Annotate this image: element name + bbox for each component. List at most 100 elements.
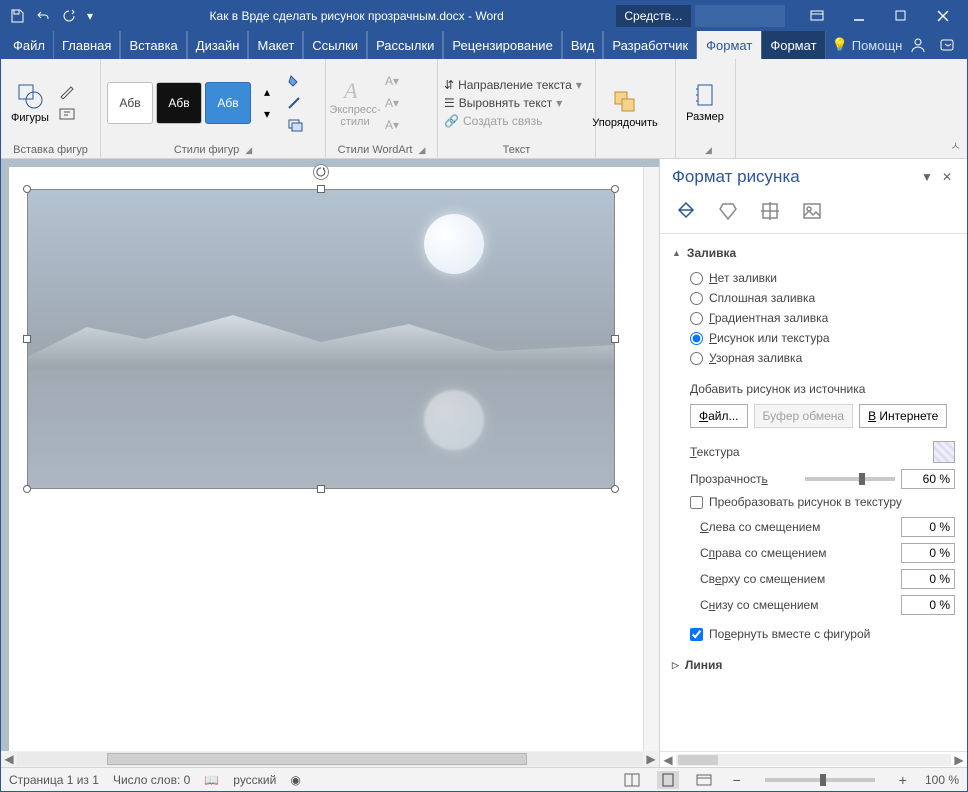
style-swatch-1[interactable]: Абв bbox=[107, 82, 153, 124]
rotate-checkbox[interactable] bbox=[690, 628, 703, 641]
tab-developer[interactable]: Разработчик bbox=[603, 31, 697, 59]
tab-file[interactable]: Файл bbox=[5, 31, 53, 59]
scroll-left-icon[interactable]: ◀ bbox=[1, 751, 17, 767]
radio-no-fill[interactable]: Нет заливки bbox=[690, 268, 955, 288]
style-swatch-3[interactable]: Абв bbox=[205, 82, 251, 124]
tab-insert[interactable]: Вставка bbox=[120, 31, 186, 59]
resize-handle-s[interactable] bbox=[317, 485, 325, 493]
undo-icon[interactable] bbox=[31, 4, 55, 28]
styles-more-icon[interactable]: ▴ bbox=[256, 82, 278, 102]
edit-shape-icon[interactable] bbox=[56, 82, 78, 102]
zoom-out-button[interactable]: − bbox=[729, 772, 745, 788]
styles-more-down-icon[interactable]: ▾ bbox=[256, 104, 278, 124]
tab-format-picture[interactable]: Формат bbox=[761, 31, 825, 59]
tab-review[interactable]: Рецензирование bbox=[443, 31, 561, 59]
resize-handle-w[interactable] bbox=[23, 335, 31, 343]
tab-view[interactable]: Вид bbox=[562, 31, 604, 59]
save-icon[interactable] bbox=[5, 4, 29, 28]
zoom-slider[interactable] bbox=[765, 778, 875, 782]
shapes-button[interactable]: Фигуры bbox=[7, 68, 53, 138]
pane-scroll-right-icon[interactable]: ▶ bbox=[951, 753, 967, 767]
size-button[interactable]: Размер bbox=[682, 68, 728, 138]
tab-format-shape[interactable]: Формат bbox=[697, 31, 761, 59]
tab-mailings[interactable]: Рассылки bbox=[367, 31, 443, 59]
shape-styles-launcher-icon[interactable]: ◢ bbox=[245, 145, 252, 156]
text-fill-icon[interactable]: A▾ bbox=[381, 71, 403, 91]
pane-scrollbar[interactable]: ◀ ▶ bbox=[660, 751, 967, 767]
redo-icon[interactable] bbox=[57, 4, 81, 28]
resize-handle-sw[interactable] bbox=[23, 485, 31, 493]
rotate-checkbox-row[interactable]: Повернуть вместе с фигурой bbox=[672, 624, 955, 644]
selected-image[interactable] bbox=[27, 189, 615, 489]
tile-checkbox-row[interactable]: Преобразовать рисунок в текстуру bbox=[672, 492, 955, 512]
pane-tab-picture-icon[interactable] bbox=[798, 197, 826, 225]
language-status[interactable]: русский bbox=[233, 773, 276, 787]
pane-close-icon[interactable]: ✕ bbox=[937, 170, 957, 184]
wordart-launcher-icon[interactable]: ◢ bbox=[418, 145, 425, 156]
maximize-icon[interactable] bbox=[881, 1, 921, 31]
page-status[interactable]: Страница 1 из 1 bbox=[9, 773, 99, 787]
account-icon[interactable] bbox=[902, 31, 932, 59]
zoom-level[interactable]: 100 % bbox=[925, 773, 959, 787]
pane-tab-layout-icon[interactable] bbox=[756, 197, 784, 225]
macro-record-icon[interactable]: ◉ bbox=[290, 773, 300, 787]
scroll-right-icon[interactable]: ▶ bbox=[643, 751, 659, 767]
radio-gradient-fill[interactable]: Градиентная заливка bbox=[690, 308, 955, 328]
resize-handle-nw[interactable] bbox=[23, 185, 31, 193]
proofing-icon[interactable]: 📖 bbox=[204, 773, 219, 787]
resize-handle-ne[interactable] bbox=[611, 185, 619, 193]
tab-layout[interactable]: Макет bbox=[248, 31, 303, 59]
radio-picture-fill[interactable]: Рисунок или текстура bbox=[690, 328, 955, 348]
tell-me[interactable]: 💡 Помощн bbox=[832, 31, 903, 59]
size-launcher-icon[interactable]: ◢ bbox=[705, 145, 712, 156]
ribbon-options-icon[interactable] bbox=[797, 1, 837, 31]
shape-outline-icon[interactable] bbox=[285, 93, 307, 113]
offset-right-value[interactable] bbox=[901, 543, 955, 563]
file-button[interactable]: Файл... bbox=[690, 404, 748, 428]
collapse-ribbon-icon[interactable]: ㅅ bbox=[950, 137, 961, 154]
minimize-icon[interactable] bbox=[839, 1, 879, 31]
text-outline-icon[interactable]: A▾ bbox=[381, 93, 403, 113]
offset-bottom-value[interactable] bbox=[901, 595, 955, 615]
scroll-thumb[interactable] bbox=[107, 753, 527, 765]
word-count[interactable]: Число слов: 0 bbox=[113, 773, 190, 787]
pane-scroll-left-icon[interactable]: ◀ bbox=[660, 753, 676, 767]
read-mode-icon[interactable] bbox=[621, 771, 643, 789]
pane-tab-effects-icon[interactable] bbox=[714, 197, 742, 225]
text-direction-button[interactable]: ⇵Направление текста▾ bbox=[444, 78, 582, 92]
resize-handle-se[interactable] bbox=[611, 485, 619, 493]
pane-scroll-thumb[interactable] bbox=[678, 755, 718, 765]
web-layout-icon[interactable] bbox=[693, 771, 715, 789]
resize-handle-n[interactable] bbox=[317, 185, 325, 193]
resize-handle-e[interactable] bbox=[611, 335, 619, 343]
offset-left-value[interactable] bbox=[901, 517, 955, 537]
texture-picker-button[interactable] bbox=[933, 441, 955, 463]
style-swatch-2[interactable]: Абв bbox=[156, 82, 202, 124]
document-area[interactable]: ◀ ▶ bbox=[1, 159, 659, 767]
tile-checkbox[interactable] bbox=[690, 496, 703, 509]
text-effects-icon[interactable]: A▾ bbox=[381, 115, 403, 135]
print-layout-icon[interactable] bbox=[657, 771, 679, 789]
fill-section-header[interactable]: ▲Заливка bbox=[672, 242, 955, 264]
line-section-header[interactable]: ▷Линия bbox=[672, 654, 955, 676]
arrange-button[interactable]: Упорядочить bbox=[602, 74, 648, 144]
close-icon[interactable] bbox=[923, 1, 963, 31]
shape-effects-icon[interactable] bbox=[285, 115, 307, 135]
radio-pattern-fill[interactable]: Узорная заливка bbox=[690, 348, 955, 368]
share-icon[interactable] bbox=[933, 31, 963, 59]
tab-references[interactable]: Ссылки bbox=[303, 31, 367, 59]
rotate-handle[interactable] bbox=[313, 164, 329, 180]
tab-home[interactable]: Главная bbox=[53, 31, 120, 59]
shape-fill-icon[interactable] bbox=[285, 71, 307, 91]
pane-tab-fill-icon[interactable] bbox=[672, 197, 700, 225]
zoom-in-button[interactable]: + bbox=[895, 772, 911, 788]
vertical-scrollbar[interactable] bbox=[643, 167, 659, 751]
transparency-value[interactable] bbox=[901, 469, 955, 489]
online-button[interactable]: В Интернете bbox=[859, 404, 947, 428]
express-styles-button[interactable]: A Экспресс-стили bbox=[332, 68, 378, 138]
radio-solid-fill[interactable]: Сплошная заливка bbox=[690, 288, 955, 308]
align-text-button[interactable]: ☰Выровнять текст▾ bbox=[444, 96, 582, 110]
qat-dropdown-icon[interactable]: ▾ bbox=[83, 4, 97, 28]
create-link-button[interactable]: 🔗Создать связь bbox=[444, 114, 582, 128]
horizontal-scrollbar[interactable]: ◀ ▶ bbox=[1, 751, 659, 767]
